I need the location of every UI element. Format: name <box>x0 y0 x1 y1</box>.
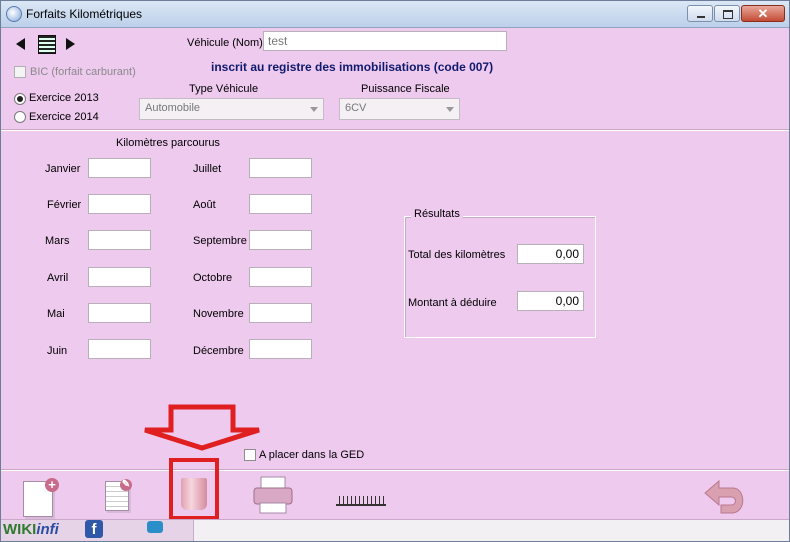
red-arrow-annotation <box>144 404 260 451</box>
km-aout-input[interactable] <box>249 194 312 214</box>
month-label: Novembre <box>193 308 244 320</box>
divider <box>1 129 789 131</box>
month-label: Septembre <box>193 235 247 247</box>
puissance-value: 6CV <box>345 102 367 114</box>
vehicule-name-input[interactable]: test <box>263 31 507 51</box>
exercice-2013-label: Exercice 2013 <box>29 92 99 104</box>
type-vehicule-label: Type Véhicule <box>189 83 259 95</box>
app-window: Forfaits Kilométriques ✕ Véhicule (Nom) … <box>0 0 790 542</box>
minimize-button[interactable] <box>687 5 713 22</box>
status-panel <box>193 520 789 541</box>
puissance-select[interactable]: 6CV <box>339 98 460 120</box>
month-label: Mars <box>45 235 70 247</box>
new-document-button[interactable]: + <box>23 478 59 517</box>
month-label: Janvier <box>45 163 81 175</box>
maximize-button[interactable] <box>714 5 740 22</box>
facebook-icon[interactable]: f <box>85 520 103 538</box>
close-button[interactable]: ✕ <box>741 5 785 22</box>
exercice-2013-radio[interactable] <box>14 93 26 105</box>
print-button[interactable] <box>251 475 297 515</box>
month-label: Juin <box>47 345 68 357</box>
chevron-down-icon <box>446 107 454 112</box>
montant-value: 0,00 <box>517 291 584 311</box>
km-decembre-input[interactable] <box>249 339 312 359</box>
month-label: Février <box>47 199 82 211</box>
status-bar: WIKIinfi f <box>1 519 789 541</box>
total-km-label: Total des kilomètres <box>408 249 506 261</box>
next-record-button[interactable] <box>62 36 78 52</box>
window-title: Forfaits Kilométriques <box>26 7 143 21</box>
type-vehicule-select[interactable]: Automobile <box>139 98 324 120</box>
total-km-value: 0,00 <box>517 244 584 264</box>
type-vehicule-value: Automobile <box>145 102 201 114</box>
registry-notice: inscrit au registre des immobilisations … <box>211 60 494 74</box>
exercice-2014-label: Exercice 2014 <box>29 111 99 123</box>
kilometres-section-label: Kilomètres parcourus <box>116 137 220 149</box>
wikiinfi-logo[interactable]: WIKIinfi <box>3 521 59 538</box>
plus-icon: + <box>45 478 59 492</box>
km-avril-input[interactable] <box>88 267 151 287</box>
chat-icon[interactable] <box>147 521 163 533</box>
montant-label: Montant à déduire <box>408 297 497 309</box>
puissance-label: Puissance Fiscale <box>361 83 450 95</box>
app-icon <box>6 6 22 22</box>
km-juillet-input[interactable] <box>249 158 312 178</box>
km-fevrier-input[interactable] <box>88 194 151 214</box>
title-bar[interactable]: Forfaits Kilométriques ✕ <box>1 1 789 28</box>
triangle-right-icon <box>66 38 75 50</box>
minimize-icon <box>697 16 705 18</box>
chevron-down-icon <box>310 107 318 112</box>
vehicule-label: Véhicule (Nom) <box>187 37 263 49</box>
month-label: Octobre <box>193 272 233 284</box>
resultats-title: Résultats <box>411 208 463 220</box>
edit-document-button[interactable]: ✎ <box>105 479 132 511</box>
previous-record-button[interactable] <box>13 36 29 52</box>
ruler-icon[interactable] <box>336 490 386 506</box>
km-septembre-input[interactable] <box>249 230 312 250</box>
month-label: Juillet <box>193 163 222 175</box>
ged-label: A placer dans la GED <box>259 449 365 461</box>
km-janvier-input[interactable] <box>88 158 151 178</box>
maximize-icon <box>723 10 733 19</box>
ged-checkbox[interactable] <box>244 449 256 461</box>
km-mai-input[interactable] <box>88 303 151 323</box>
month-label: Mai <box>47 308 65 320</box>
close-icon: ✕ <box>757 6 769 21</box>
red-highlight-box <box>169 458 219 520</box>
km-octobre-input[interactable] <box>249 267 312 287</box>
bic-label: BIC (forfait carburant) <box>30 66 136 78</box>
resultats-group <box>404 216 596 338</box>
month-label: Décembre <box>193 345 244 357</box>
month-label: Avril <box>47 272 69 284</box>
bic-checkbox[interactable] <box>14 66 26 78</box>
km-mars-input[interactable] <box>88 230 151 250</box>
form-list-icon[interactable] <box>38 35 56 54</box>
month-label: Août <box>193 199 216 211</box>
km-juin-input[interactable] <box>88 339 151 359</box>
pencil-icon: ✎ <box>120 479 132 491</box>
km-novembre-input[interactable] <box>249 303 312 323</box>
triangle-left-icon <box>16 38 25 50</box>
exercice-2014-radio[interactable] <box>14 111 26 123</box>
return-button[interactable] <box>699 477 751 517</box>
divider <box>1 469 789 471</box>
